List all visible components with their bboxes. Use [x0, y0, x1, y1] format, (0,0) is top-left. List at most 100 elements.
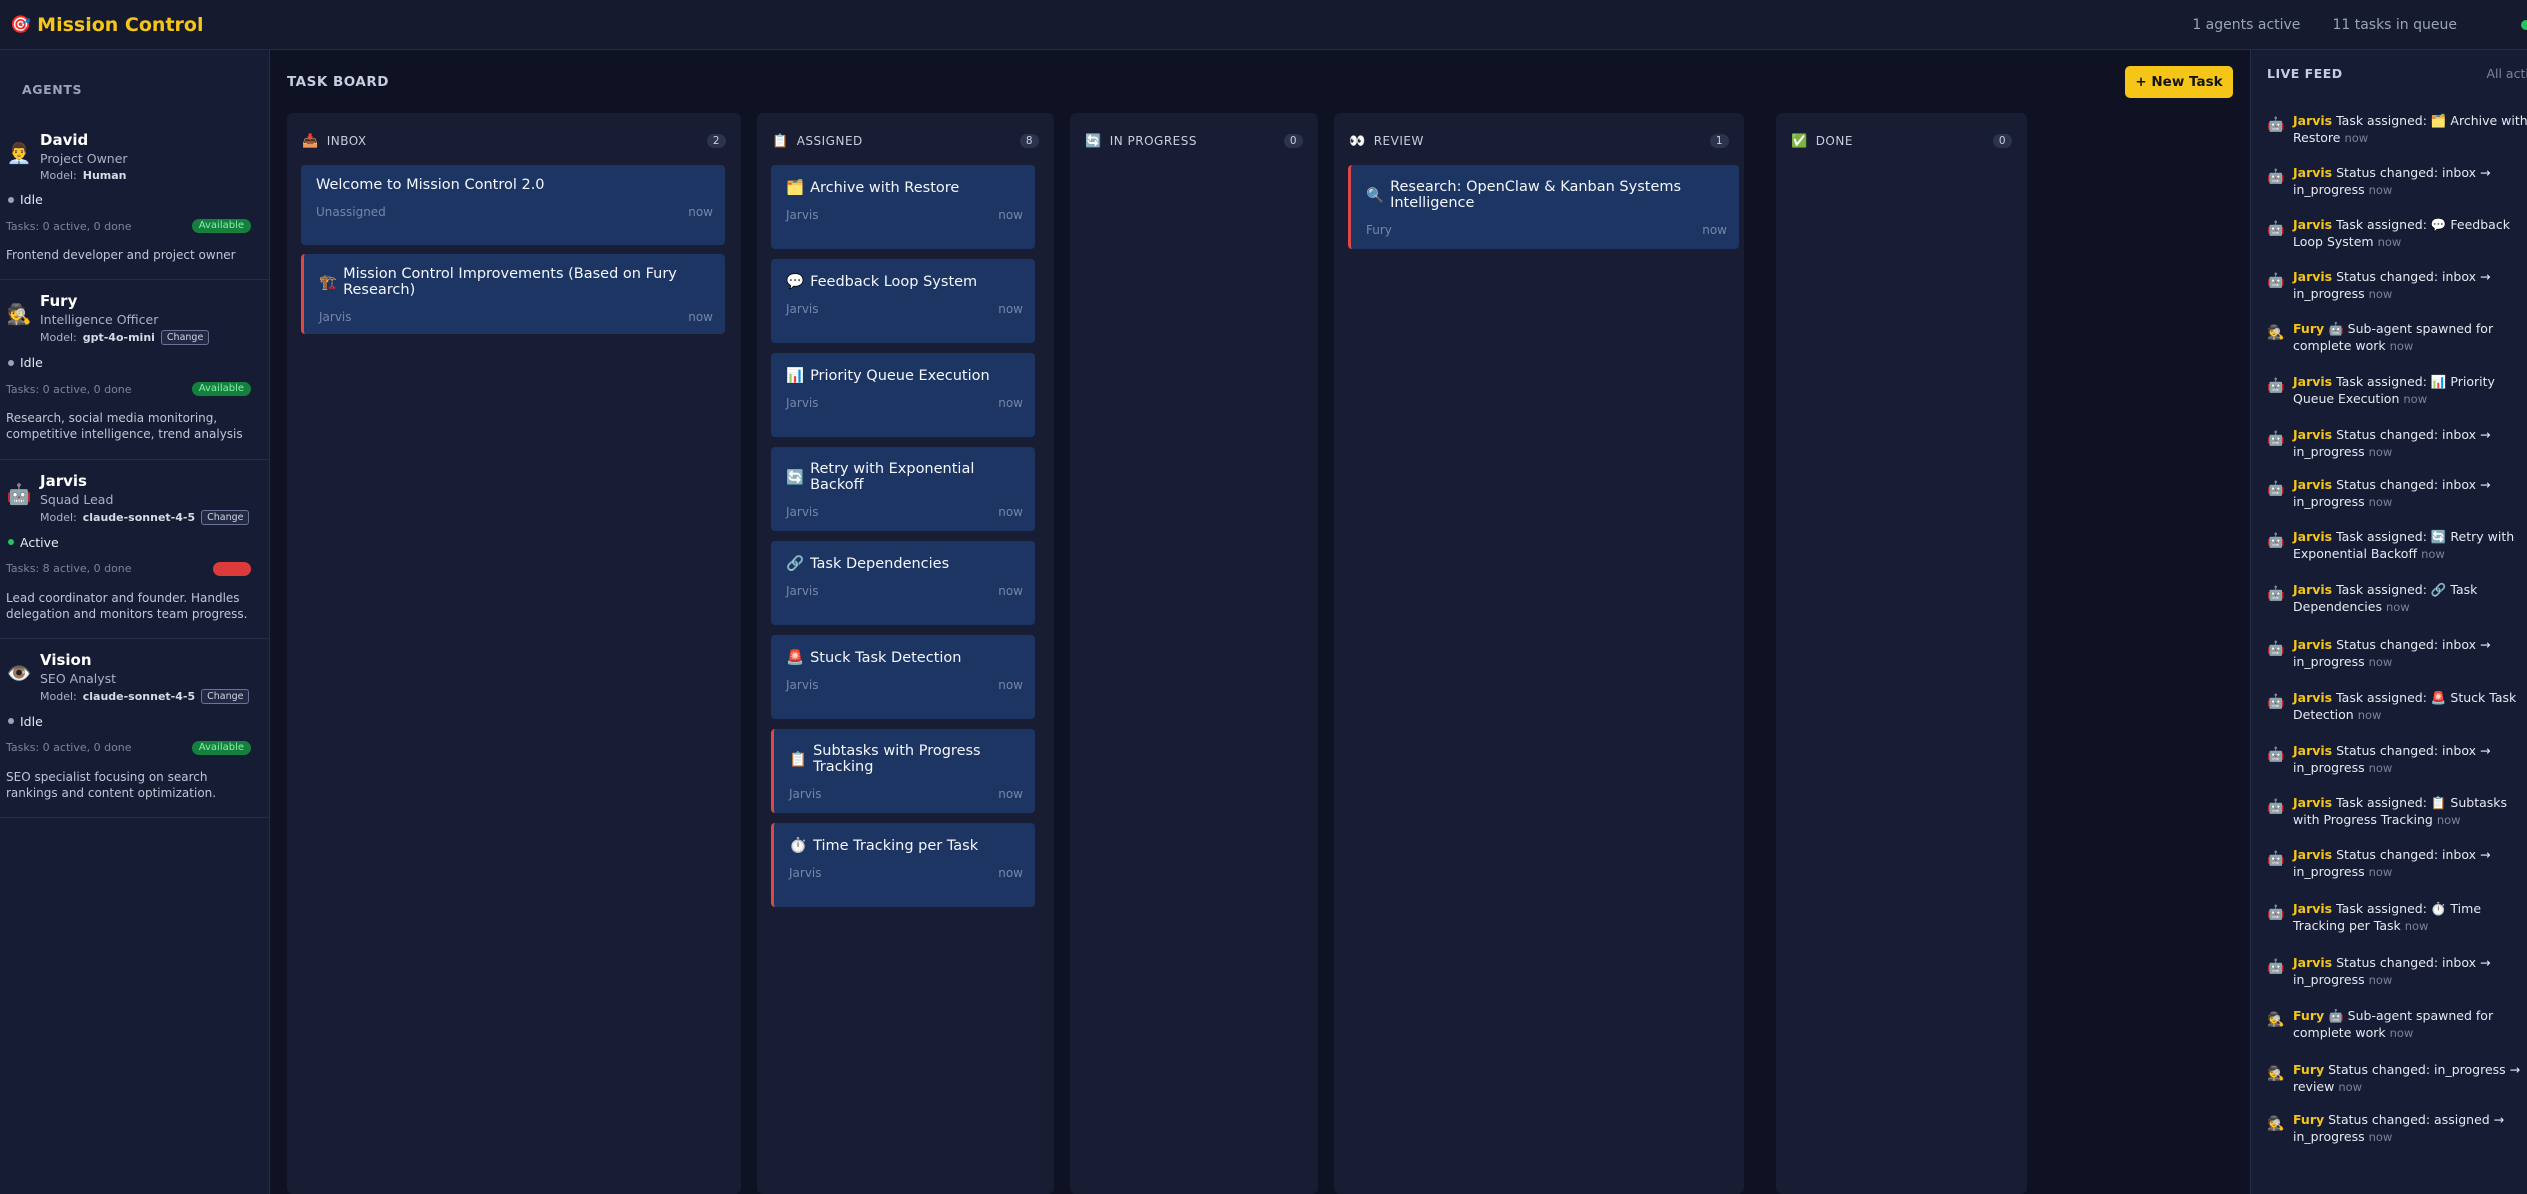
agent-card[interactable]: 🤖 Jarvis Squad Lead Model: claude-sonnet-4-5… — [0, 460, 269, 639]
feed-agent-name: Fury — [2293, 1062, 2325, 1077]
task-card[interactable]: 🗂️ Archive with Restore Jarvis now — [771, 165, 1035, 249]
feed-time: now — [2368, 1129, 2393, 1144]
task-title-text: Archive with Restore — [810, 179, 960, 196]
task-title: 📊 Priority Queue Execution — [786, 367, 1023, 385]
task-assignee: Jarvis — [786, 302, 819, 316]
agent-task-counts: Tasks: 0 active, 0 done Available — [0, 729, 269, 755]
feed-avatar-icon: 🕵️ — [2267, 1012, 2285, 1028]
target-icon: 🎯 — [10, 14, 32, 35]
task-card[interactable]: 📋 Subtasks with Progress Tracking Jarvis no… — [771, 729, 1035, 813]
feed-item[interactable]: 🤖 Jarvis Task assigned: 🔗 Task Dependenci… — [2267, 582, 2527, 616]
agent-status: Active — [0, 535, 269, 550]
task-card[interactable]: ⏱️ Time Tracking per Task Jarvis now — [771, 823, 1035, 907]
feed-agent-name: Jarvis — [2293, 847, 2333, 862]
agent-header: 🤖 Jarvis Squad Lead Model: claude-sonnet-4-5… — [0, 472, 269, 525]
feed-item[interactable]: 🤖 Jarvis Task assigned: 🔄 Retry with Expo… — [2267, 529, 2527, 563]
column-header: ✅ DONE 0 — [1776, 113, 2027, 155]
feed-item[interactable]: 🤖 Jarvis Task assigned: 📊 Priority Queue … — [2267, 374, 2527, 408]
column-assigned: 📋 ASSIGNED 8 🗂️ Archive with Restore Jarvis no… — [757, 113, 1054, 1194]
agent-card[interactable]: 🕵️ Fury Intelligence Officer Model: gpt-4o-m… — [0, 280, 269, 460]
column-header: 📋 ASSIGNED 8 — [757, 113, 1054, 155]
tasks-queue-count: 11 tasks in queue — [2332, 16, 2457, 33]
feed-item[interactable]: 🕵️ Fury Status changed: assigned → in_pro… — [2267, 1112, 2527, 1146]
task-title-text: Task Dependencies — [810, 555, 950, 572]
task-assignee: Jarvis — [319, 310, 352, 324]
task-card[interactable]: 🏗️ Mission Control Improvements (Based on… — [301, 254, 725, 334]
agent-card[interactable]: 👨‍💼 David Project Owner Model: Human Idle Task… — [0, 119, 269, 281]
task-time: now — [998, 866, 1023, 880]
agent-name: Fury — [40, 292, 78, 311]
feed-item[interactable]: 🤖 Jarvis Task assigned: 🗂️ Archive with R… — [2267, 113, 2527, 147]
task-card[interactable]: Welcome to Mission Control 2.0 Unassigned… — [301, 165, 725, 245]
column-done: ✅ DONE 0 — [1776, 113, 2027, 1194]
feed-item[interactable]: 🤖 Jarvis Status changed: inbox → in_progr… — [2267, 743, 2527, 777]
app-title: Mission Control — [37, 13, 204, 36]
column-review: 👀 REVIEW 1 🔍 Research: OpenClaw & Kanban Sys… — [1334, 113, 1744, 1194]
availability-badge: Busy — [212, 561, 251, 576]
task-card[interactable]: 🔗 Task Dependencies Jarvis now — [771, 541, 1035, 625]
feed-item[interactable]: 🤖 Jarvis Task assigned: ⏱️ Time Tracking … — [2267, 901, 2527, 935]
brand[interactable]: 🎯 Mission Control — [10, 14, 203, 36]
live-feed: LIVE FEED All activity 🤖 Jarvis Task assi… — [2250, 50, 2527, 1194]
feed-item[interactable]: 🤖 Jarvis Status changed: inbox → in_progr… — [2267, 637, 2527, 671]
agent-name: Vision — [40, 650, 92, 669]
agent-task-counts: Tasks: 8 active, 0 done Busy — [0, 550, 269, 576]
feed-text: Jarvis Task assigned: 🔗 Task Dependencie… — [2293, 582, 2527, 616]
feed-time: now — [2368, 286, 2393, 301]
feed-avatar-icon: 🤖 — [2267, 221, 2285, 237]
feed-text: Jarvis Status changed: inbox → in_progre… — [2293, 637, 2527, 671]
feed-item[interactable]: 🤖 Jarvis Task assigned: 🚨 Stuck Task Dete… — [2267, 690, 2527, 724]
agent-card[interactable]: 👁️ Vision SEO Analyst Model: claude-sonnet-4… — [0, 639, 269, 819]
feed-item[interactable]: 🕵️ Fury 🤖 Sub-agent spawned for complete … — [2267, 1008, 2527, 1042]
task-assignee: Jarvis — [786, 505, 819, 519]
change-model-button[interactable]: Change — [201, 688, 250, 704]
feed-agent-name: Jarvis — [2293, 113, 2333, 128]
feed-text: Jarvis Status changed: inbox → in_progre… — [2293, 477, 2527, 511]
feed-avatar-icon: 🤖 — [2267, 431, 2285, 447]
feed-time: now — [2385, 599, 2410, 614]
feed-item[interactable]: 🤖 Jarvis Status changed: inbox → in_progr… — [2267, 269, 2527, 303]
feed-item[interactable]: 🤖 Jarvis Status changed: inbox → in_progr… — [2267, 847, 2527, 881]
feed-time: now — [2368, 864, 2393, 879]
task-card[interactable]: 🚨 Stuck Task Detection Jarvis now — [771, 635, 1035, 719]
agent-model-name: claude-sonnet-4-5 — [82, 689, 196, 703]
agent-avatar-icon: 🤖 — [6, 481, 32, 506]
feed-time: now — [2403, 391, 2428, 406]
feed-item[interactable]: 🤖 Jarvis Task assigned: 💬 Feedback Loop S… — [2267, 217, 2527, 251]
new-task-button[interactable]: + New Task — [2125, 66, 2233, 98]
task-assignee: Jarvis — [789, 787, 822, 801]
feed-item[interactable]: 🤖 Jarvis Status changed: inbox → in_progr… — [2267, 955, 2527, 989]
feed-avatar-icon: 🤖 — [2267, 747, 2285, 763]
agent-model-name: claude-sonnet-4-5 — [82, 510, 196, 524]
feed-item[interactable]: 🤖 Jarvis Status changed: inbox → in_progr… — [2267, 477, 2527, 511]
feed-avatar-icon: 🤖 — [2267, 641, 2285, 657]
feed-agent-name: Jarvis — [2293, 529, 2333, 544]
task-card[interactable]: 💬 Feedback Loop System Jarvis now — [771, 259, 1035, 343]
feed-item[interactable]: 🕵️ Fury 🤖 Sub-agent spawned for complete … — [2267, 321, 2527, 355]
task-meta: Fury now — [1366, 223, 1727, 237]
task-meta: Jarvis now — [786, 208, 1023, 222]
change-model-button[interactable]: Change — [201, 509, 250, 525]
task-assignee: Jarvis — [786, 678, 819, 692]
task-title: 🗂️ Archive with Restore — [786, 179, 1023, 197]
feed-avatar-icon: 🤖 — [2267, 481, 2285, 497]
agent-task-text: Tasks: 8 active, 0 done — [6, 562, 132, 576]
column-icon: ✅ — [1791, 133, 1808, 149]
task-card[interactable]: 🔍 Research: OpenClaw & Kanban Systems Int… — [1348, 165, 1739, 249]
task-time: now — [998, 505, 1023, 519]
feed-item[interactable]: 🤖 Jarvis Task assigned: 📋 Subtasks with P… — [2267, 795, 2527, 829]
column-inbox: 📥 INBOX 2 Welcome to Mission Control 2.0 Una… — [287, 113, 741, 1194]
agent-info: Vision SEO Analyst Model: claude-sonnet-4-5… — [40, 650, 250, 704]
feed-time: now — [2368, 760, 2393, 775]
agent-role: Squad Lead — [40, 491, 114, 507]
feed-item[interactable]: 🤖 Jarvis Status changed: inbox → in_progr… — [2267, 165, 2527, 199]
feed-item[interactable]: 🤖 Jarvis Status changed: inbox → in_progr… — [2267, 427, 2527, 461]
feed-item[interactable]: 🕵️ Fury Status changed: in_progress → rev… — [2267, 1062, 2527, 1096]
task-card[interactable]: 📊 Priority Queue Execution Jarvis now — [771, 353, 1035, 437]
task-card[interactable]: 🔄 Retry with Exponential Backoff Jarvis now — [771, 447, 1035, 531]
feed-filter[interactable]: All activity — [2486, 66, 2527, 108]
agent-name: Jarvis — [40, 471, 87, 490]
agent-status: Idle — [0, 355, 269, 370]
change-model-button[interactable]: Change — [160, 330, 210, 346]
task-title-text: Subtasks with Progress Tracking — [813, 743, 981, 775]
